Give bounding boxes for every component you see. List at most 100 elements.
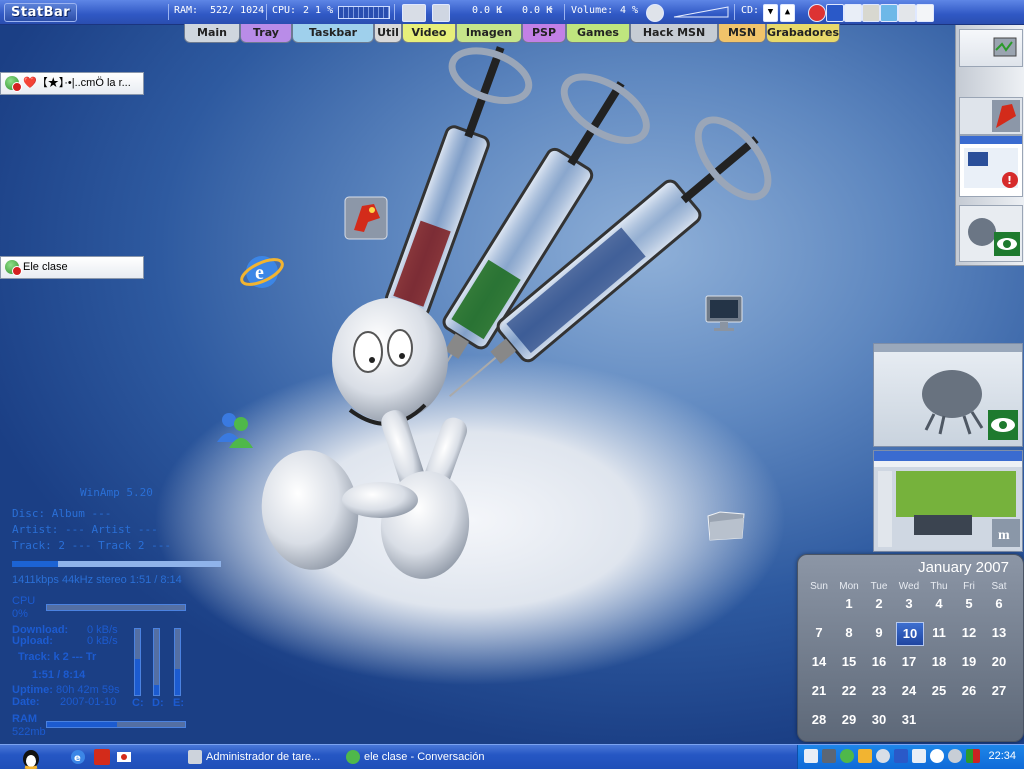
dragon-app-icon[interactable]	[344, 196, 388, 240]
tab-video[interactable]: Video	[402, 24, 456, 43]
tray-pencil-icon[interactable]	[858, 749, 872, 763]
tab-msn[interactable]: MSN	[718, 24, 766, 43]
winamp-progress-bar[interactable]	[12, 561, 221, 567]
network-icon[interactable]	[432, 4, 450, 22]
calendar-day[interactable]: 23	[866, 680, 892, 702]
dock-thumb-browser[interactable]: !	[959, 135, 1023, 197]
tray-settings-icon[interactable]	[948, 749, 962, 763]
calendar-day[interactable]: 31	[896, 709, 922, 731]
ram-value: 522mb	[12, 726, 46, 738]
svg-text:!: !	[1007, 174, 1012, 187]
internet-explorer-icon[interactable]: e	[240, 250, 284, 294]
linux-penguin-icon[interactable]	[20, 747, 42, 769]
calendar-day[interactable]: 15	[836, 651, 862, 673]
tray-meter-icon[interactable]	[966, 749, 980, 763]
task-manager-icon	[188, 750, 202, 764]
tab-taskbar[interactable]: Taskbar	[292, 24, 374, 43]
calendar-day[interactable]: 27	[986, 680, 1012, 702]
monitor-icon[interactable]	[702, 292, 746, 336]
task-button-task-manager[interactable]: Administrador de tare...	[184, 747, 334, 767]
tab-psp[interactable]: PSP	[522, 24, 566, 43]
tray-speaker-icon[interactable]	[930, 749, 944, 763]
msn-contact-popup[interactable]: ❤️【★】·•|..cmÖ la r...	[0, 72, 144, 95]
msn-buddy-icon	[346, 750, 360, 764]
tab-games[interactable]: Games	[566, 24, 630, 43]
window-thumb-editor[interactable]: m	[873, 450, 1023, 552]
folder-icon[interactable]	[704, 502, 748, 546]
tab-tray[interactable]: Tray	[240, 24, 292, 43]
harddrive-icon[interactable]	[402, 4, 426, 22]
calendar-day[interactable]: 6	[986, 593, 1012, 615]
calendar-day[interactable]: 12	[956, 622, 982, 644]
cpu-value: 2 1 %	[303, 5, 334, 16]
winamp-track: Track: 2 --- Track 2 ---	[12, 539, 171, 552]
calendar-day[interactable]: 18	[926, 651, 952, 673]
calendar-day[interactable]: 1	[836, 593, 862, 615]
calendar-day[interactable]: 19	[956, 651, 982, 673]
task-button-conversation[interactable]: ele clase - Conversación	[342, 747, 512, 767]
calendar-day[interactable]: 25	[926, 680, 952, 702]
clock[interactable]: 22:34	[988, 750, 1016, 762]
calendar-day[interactable]: 28	[806, 709, 832, 731]
calendar-day[interactable]: 2	[866, 593, 892, 615]
tray-network-icon[interactable]	[912, 749, 926, 763]
tray-window-icon[interactable]	[804, 749, 818, 763]
app-gears-icon[interactable]	[880, 4, 898, 22]
speaker-icon[interactable]	[646, 4, 664, 22]
dragon-quicklaunch-icon[interactable]	[94, 749, 110, 765]
tab-util[interactable]: Util	[374, 24, 402, 43]
volume-slider[interactable]	[672, 5, 730, 19]
tray-monitor-icon[interactable]	[894, 749, 908, 763]
tab-grabadores[interactable]: Grabadores	[766, 24, 840, 43]
calendar-day[interactable]: 20	[986, 651, 1012, 673]
cpu-bar	[46, 604, 186, 611]
dock-thumb-monitor[interactable]	[959, 29, 1023, 67]
app-printer-icon[interactable]	[898, 4, 916, 22]
calendar-day[interactable]: 5	[956, 593, 982, 615]
calendar-day[interactable]: 21	[806, 680, 832, 702]
msn-contact-popup[interactable]: Ele clase	[0, 256, 144, 279]
tab-imagen[interactable]: Imagen	[456, 24, 522, 43]
envelope-quicklaunch-icon[interactable]	[116, 749, 132, 765]
calendar-day[interactable]: 24	[896, 680, 922, 702]
calendar-day[interactable]: 4	[926, 593, 952, 615]
window-thumb-image-viewer[interactable]	[873, 343, 1023, 447]
calendar-day[interactable]: 14	[806, 651, 832, 673]
calendar-day[interactable]: 30	[866, 709, 892, 731]
tray-msn-icon[interactable]	[840, 749, 854, 763]
calendar-day[interactable]: 3	[896, 593, 922, 615]
app-notepad-icon[interactable]	[862, 4, 880, 22]
calendar-day[interactable]: 22	[836, 680, 862, 702]
tray-hdd-icon[interactable]	[822, 749, 836, 763]
app-diamond-icon[interactable]	[844, 4, 862, 22]
dock-thumb-image[interactable]	[959, 205, 1023, 262]
msn-messenger-icon[interactable]	[213, 408, 257, 452]
app-red-icon[interactable]	[808, 4, 826, 22]
calendar-day[interactable]: 8	[836, 622, 862, 644]
calendar-day[interactable]: 9	[866, 622, 892, 644]
app-window-icon[interactable]	[916, 4, 934, 22]
calendar-day[interactable]: 26	[956, 680, 982, 702]
cd-eject-down-icon[interactable]: ▼	[763, 4, 778, 22]
drive-c-label: C:	[132, 697, 144, 709]
msn-contact-name: Ele clase	[23, 261, 68, 273]
ie-quicklaunch-icon[interactable]: e	[70, 749, 86, 765]
calendar-day[interactable]: 29	[836, 709, 862, 731]
statbar-logo[interactable]: StatBar	[4, 3, 78, 22]
ram-label: RAM:	[174, 5, 199, 16]
app-blue-g-icon[interactable]	[826, 4, 844, 22]
cd-eject-up-icon[interactable]: ▲	[780, 4, 795, 22]
dock-thumb-dragon[interactable]	[959, 97, 1023, 135]
calendar-weekday: Thu	[930, 581, 948, 592]
tab-main[interactable]: Main	[184, 24, 240, 43]
tab-hack-msn[interactable]: Hack MSN	[630, 24, 718, 43]
tray-printer-icon[interactable]	[876, 749, 890, 763]
calendar-day-today[interactable]: 10	[896, 622, 924, 646]
calendar-day[interactable]: 11	[926, 622, 952, 644]
calendar-day[interactable]: 13	[986, 622, 1012, 644]
calendar-day[interactable]: 7	[806, 622, 832, 644]
calendar-weekday: Wed	[898, 581, 920, 592]
separator	[168, 4, 169, 20]
calendar-day[interactable]: 17	[896, 651, 922, 673]
calendar-day[interactable]: 16	[866, 651, 892, 673]
